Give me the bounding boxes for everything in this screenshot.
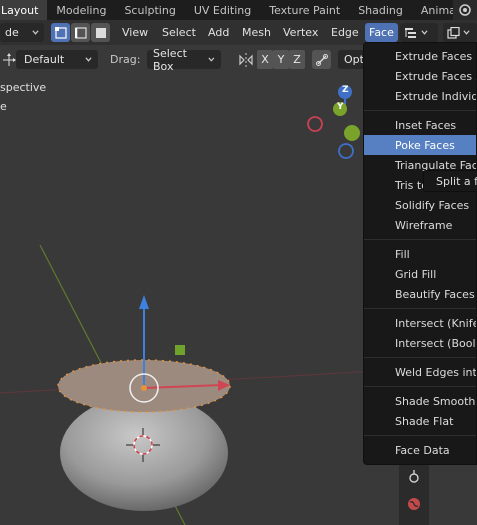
menu-mesh[interactable]: Mesh <box>238 23 275 42</box>
chevron-down-icon <box>463 30 470 35</box>
mirror-z-toggle[interactable]: Z <box>289 50 305 69</box>
menu-item-shade-flat[interactable]: Shade Flat <box>364 411 476 431</box>
mode-selector[interactable]: de <box>0 23 44 42</box>
transform-orientation-icon <box>2 53 16 67</box>
menu-item-weld-edges-into-faces[interactable]: Weld Edges into <box>364 362 476 382</box>
copy-icon <box>447 26 460 39</box>
menu-item-shade-smooth[interactable]: Shade Smooth <box>364 391 476 411</box>
menu-item-extrude-individual-faces[interactable]: Extrude Individu <box>364 86 476 106</box>
view-perspective-label: spective <box>0 81 47 94</box>
drag-label: Drag: <box>110 53 141 66</box>
menu-separator <box>364 431 476 440</box>
world-icon[interactable] <box>405 495 423 513</box>
chevron-down-icon <box>208 57 215 62</box>
menu-item-solidify-faces[interactable]: Solidify Faces <box>364 195 476 215</box>
menu-select[interactable]: Select <box>158 23 200 42</box>
menu-item-grid-fill[interactable]: Grid Fill <box>364 264 476 284</box>
menu-item-wireframe[interactable]: Wireframe <box>364 215 476 235</box>
menu-item-beautify-faces[interactable]: Beautify Faces <box>364 284 476 304</box>
edge-select-icon <box>74 26 87 39</box>
menu-vertex[interactable]: Vertex <box>279 23 322 42</box>
mirror-x-toggle[interactable]: X <box>257 50 273 69</box>
menu-item-face-data[interactable]: Face Data <box>364 440 476 460</box>
menu-item-extrude-faces[interactable]: Extrude Faces <box>364 46 476 66</box>
menu-item-extrude-faces-along-normals[interactable]: Extrude Faces Al <box>364 66 476 86</box>
chevron-down-icon <box>421 30 428 35</box>
view-collection-label: e <box>0 100 7 113</box>
menu-edge[interactable]: Edge <box>327 23 363 42</box>
tooltip-text: Split a fa <box>436 174 477 188</box>
pivot-icon <box>405 27 416 38</box>
mirror-y-toggle[interactable]: Y <box>273 50 289 69</box>
tab-shading[interactable]: Shading <box>349 0 412 20</box>
snap-dropdown[interactable] <box>443 23 477 42</box>
tab-sculpting[interactable]: Sculpting <box>115 0 184 20</box>
tab-modeling[interactable]: Modeling <box>47 0 115 20</box>
face-select-button[interactable] <box>91 23 110 42</box>
menu-item-intersect-knife[interactable]: Intersect (Knife) <box>364 313 476 333</box>
menu-item-poke-faces[interactable]: Poke Faces <box>364 135 476 155</box>
mirror-icon[interactable] <box>238 52 254 68</box>
move-gizmo <box>129 295 230 403</box>
tooltip: Split a fa <box>423 170 477 192</box>
menu-separator <box>364 106 476 115</box>
orientation-dropdown[interactable]: Default <box>16 50 98 69</box>
menu-item-intersect-boolean[interactable]: Intersect (Boolea <box>364 333 476 353</box>
drag-dropdown[interactable]: Select Box <box>147 47 221 73</box>
edge-select-button[interactable] <box>71 23 90 42</box>
face-menu-dropdown: Extrude Faces Extrude Faces Al Extrude I… <box>363 42 477 465</box>
menu-separator <box>364 353 476 362</box>
menu-item-inset-faces[interactable]: Inset Faces <box>364 115 476 135</box>
workspace-tabs: Layout Modeling Sculpting UV Editing Tex… <box>0 0 477 20</box>
menu-add[interactable]: Add <box>204 23 233 42</box>
menu-view[interactable]: View <box>118 23 152 42</box>
tab-layout[interactable]: Layout <box>0 0 48 20</box>
tab-texture-paint[interactable]: Texture Paint <box>260 0 349 20</box>
options-label: Opt <box>344 53 364 66</box>
orientation-label: Default <box>24 53 65 66</box>
menu-face[interactable]: Face <box>365 23 398 42</box>
transform-pivot-dropdown[interactable] <box>400 23 438 42</box>
menu-separator <box>364 382 476 391</box>
gizmo-z-label[interactable]: Z <box>342 85 349 95</box>
menu-separator <box>364 304 476 313</box>
properties-tab-strip <box>399 465 429 525</box>
navigation-gizmo <box>307 85 360 159</box>
vertex-select-button[interactable] <box>51 23 70 42</box>
scene-icon[interactable] <box>453 0 477 20</box>
vertex-select-icon <box>54 26 67 39</box>
drag-value: Select Box <box>153 46 187 73</box>
snap-icon[interactable] <box>312 50 331 69</box>
chevron-down-icon <box>85 57 92 62</box>
menu-separator <box>364 235 476 244</box>
menu-item-fill[interactable]: Fill <box>364 244 476 264</box>
tab-uv-editing[interactable]: UV Editing <box>185 0 260 20</box>
gizmo-y-label[interactable]: Y <box>337 102 344 112</box>
chevron-down-icon <box>32 30 39 35</box>
mesh-body <box>60 395 228 511</box>
physics-icon[interactable] <box>405 467 423 485</box>
face-select-icon <box>95 27 106 38</box>
mode-selector-label: de <box>5 26 19 39</box>
